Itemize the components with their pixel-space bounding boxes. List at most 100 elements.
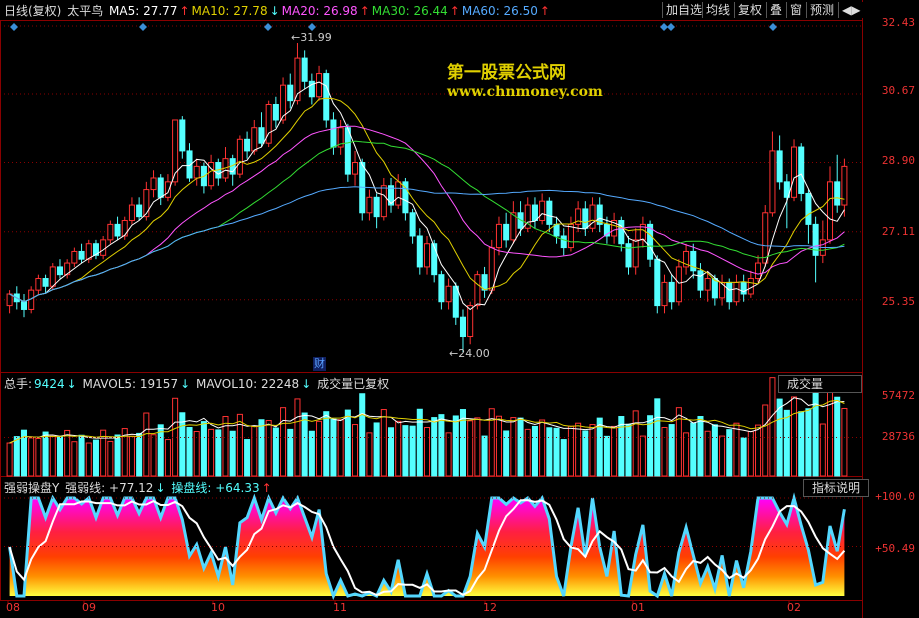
x-axis-label: 12 <box>483 601 497 614</box>
ma-label-0: MA5: 27.77 <box>109 4 178 18</box>
candle-body <box>560 235 567 249</box>
add-watchlist-button[interactable]: 加自选 <box>662 2 706 18</box>
volume-bar <box>380 409 387 477</box>
volume-bar <box>675 407 682 477</box>
overlay-button[interactable]: 叠 <box>766 2 786 18</box>
candle-body <box>85 243 92 260</box>
candle-body <box>812 223 819 256</box>
volume-bar <box>474 417 481 477</box>
volume-bar <box>524 428 531 477</box>
volume-bar <box>85 442 92 477</box>
price-axis-label: 27.11 <box>881 225 915 238</box>
candle-body <box>150 177 157 191</box>
volume-bar <box>805 408 812 477</box>
volume-title: 总手: <box>4 377 33 391</box>
volume-bar <box>776 398 783 477</box>
volume-bar <box>71 441 78 477</box>
watermark-url: www.chnmoney.com <box>447 84 603 100</box>
event-marker-icon <box>264 23 272 31</box>
volume-bar <box>711 424 718 477</box>
candle-body <box>352 162 359 175</box>
candle-body <box>71 250 78 264</box>
candle-body <box>164 181 171 198</box>
candle-body <box>826 181 834 241</box>
volume-bar <box>150 434 157 477</box>
volume-bar <box>208 428 215 477</box>
indicator-help-button[interactable]: 指标说明 <box>803 479 870 497</box>
finance-report-marker[interactable]: 财 <box>313 357 326 371</box>
volume-bar <box>409 425 416 477</box>
volume-bar <box>143 412 150 477</box>
indicator-name: 强弱操盘Y <box>4 481 60 495</box>
candle-body <box>459 316 467 338</box>
ma-line-button[interactable]: 均线 <box>702 2 734 18</box>
indicator-header: 强弱操盘Y 强弱线: +77.12 ↓ 操盘线: +64.33 ↑ <box>4 481 274 495</box>
volume-bar <box>798 411 805 477</box>
volume-bar <box>107 440 114 477</box>
candle-body <box>719 281 726 299</box>
volume-axis-label: 57472 <box>881 389 915 402</box>
volume-bar <box>726 429 733 477</box>
candle-body <box>726 281 733 303</box>
price-axis-label: 25.35 <box>881 295 915 308</box>
volume-bar <box>841 407 848 477</box>
event-marker-icon <box>667 23 675 31</box>
predict-button[interactable]: 预测 <box>806 2 838 18</box>
ma-label-4: MA60: 26.50 <box>461 4 538 18</box>
volume-bar <box>467 420 474 477</box>
trade-arrow-icon: ↑ <box>261 481 272 495</box>
candle-body <box>618 220 625 245</box>
candle-body <box>6 293 13 307</box>
x-axis-label: 01 <box>631 601 645 614</box>
candle-body <box>301 57 308 82</box>
volume-bar <box>323 411 330 477</box>
candle-body <box>697 270 704 291</box>
candle-body <box>452 285 459 318</box>
volume-bar <box>740 437 747 477</box>
volume-bar <box>567 425 574 477</box>
candle-body <box>791 146 798 198</box>
candle-body <box>834 181 841 206</box>
candle-body <box>409 212 416 237</box>
candle-body <box>114 223 121 237</box>
adjust-button[interactable]: 复权 <box>734 2 766 18</box>
x-axis-label: 11 <box>333 601 347 614</box>
volume-bar <box>690 422 697 477</box>
volume-bar <box>128 435 135 477</box>
indicator-axis-label: +50.49 <box>875 542 915 555</box>
candle-body <box>136 204 143 218</box>
volume-bar <box>272 427 279 477</box>
volume-bar <box>359 393 366 477</box>
strength-area <box>9 498 845 596</box>
low-price-annotation: ←24.00 <box>449 347 490 360</box>
volume-bar <box>330 418 337 477</box>
candle-body <box>251 127 258 152</box>
candle-body <box>654 258 661 307</box>
volume-bar <box>280 407 287 477</box>
volume-bar <box>387 427 395 477</box>
volume-bar <box>344 409 351 477</box>
window-button[interactable]: 窗 <box>786 2 806 18</box>
mavol5-arrow-icon: ↓ <box>180 377 191 391</box>
volume-bar <box>13 436 20 477</box>
volume-bar <box>582 430 589 477</box>
volume-bar <box>517 417 524 477</box>
price-axis-label: 30.67 <box>881 84 915 97</box>
candle-body <box>474 274 481 307</box>
price-header: 日线(复权) 太平鸟 MA5: 27.77 ↑ MA10: 27.78 ↓ MA20: … <box>4 4 554 18</box>
volume-type-button[interactable]: 成交量 <box>778 375 862 393</box>
volume-bar <box>438 414 445 477</box>
volume-bar <box>510 417 517 477</box>
volume-bar <box>56 436 63 477</box>
candle-body <box>582 208 589 229</box>
candle-body <box>755 262 762 280</box>
nav-arrows-icon[interactable]: ◀▶ <box>838 2 864 18</box>
candle-body <box>661 281 668 307</box>
candle-body <box>416 235 423 268</box>
mavol10-arrow-icon: ↓ <box>301 377 312 391</box>
event-marker-icon <box>769 23 777 31</box>
candle-body <box>438 274 445 303</box>
candle-body <box>567 223 574 249</box>
volume-bar <box>531 425 538 477</box>
volume-bar <box>654 398 661 477</box>
